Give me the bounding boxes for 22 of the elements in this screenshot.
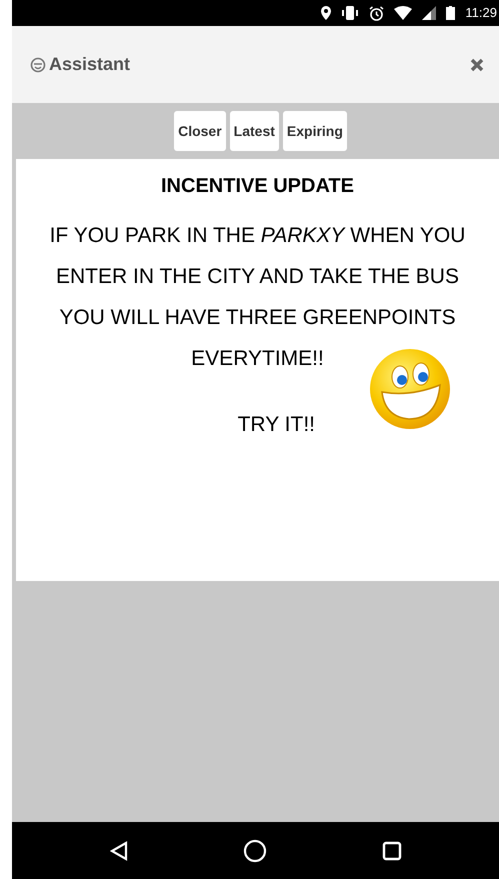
home-button[interactable]	[242, 838, 266, 862]
message-footer: TRY IT!!	[238, 409, 315, 440]
message-title: INCENTIVE UPDATE	[161, 174, 354, 199]
message-body: IF YOU PARK IN THE PARKXY WHEN YOU ENTER IN THE CITY AND TAKE THE BUS YOU WILL HAVE THREE GREENPOINTS EVERYTIME!!	[48, 223, 466, 372]
back-icon	[110, 840, 128, 860]
alarm-icon	[369, 6, 384, 20]
smiley-outline-icon	[30, 56, 46, 72]
close-icon	[470, 58, 484, 72]
battery-icon	[446, 6, 456, 20]
recents-button[interactable]	[382, 840, 402, 860]
back-button[interactable]	[110, 840, 128, 860]
filter-button[interactable]: Closer	[174, 111, 226, 151]
filter-button[interactable]: Expiring	[282, 111, 347, 151]
filter-button[interactable]: Latest	[230, 111, 279, 151]
home-icon	[242, 838, 266, 862]
recents-icon	[382, 840, 402, 860]
header-title: Assistant	[49, 53, 130, 76]
vibrate-icon	[341, 6, 360, 20]
location-icon	[321, 6, 332, 20]
wifi-icon	[394, 6, 412, 20]
signal-icon	[422, 6, 436, 20]
clock-time: 11:29	[465, 4, 497, 22]
